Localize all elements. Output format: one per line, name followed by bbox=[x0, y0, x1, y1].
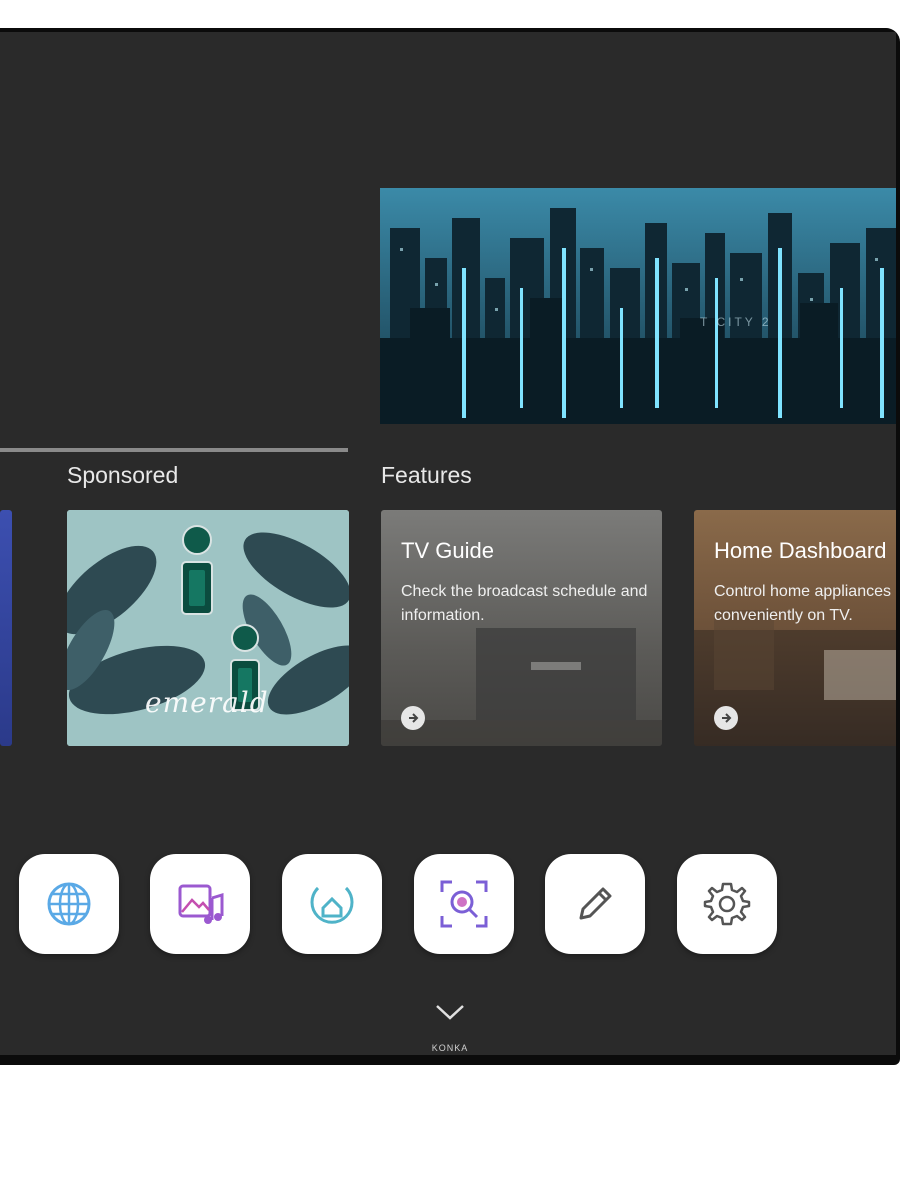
gear-icon bbox=[703, 882, 751, 926]
tv-home-screen: T CITY 2 Sponsored Features emerald TV G… bbox=[0, 32, 896, 1055]
media-player-button[interactable] bbox=[150, 854, 250, 954]
browser-button[interactable] bbox=[19, 854, 119, 954]
feature-card-tv-guide[interactable]: TV Guide Check the broadcast schedule an… bbox=[381, 510, 662, 746]
arrow-right-icon[interactable] bbox=[714, 706, 738, 730]
feature-description: Check the broadcast schedule and informa… bbox=[401, 583, 648, 624]
tv-frame: T CITY 2 Sponsored Features emerald TV G… bbox=[0, 28, 900, 1065]
sponsored-overlay-text: emerald bbox=[145, 686, 269, 719]
brand-logo: KONKA bbox=[431, 1043, 469, 1053]
section-title-features: Features bbox=[381, 462, 472, 488]
arrow-right-icon[interactable] bbox=[401, 706, 425, 730]
sponsored-card[interactable]: emerald bbox=[67, 510, 349, 746]
home-hub-button[interactable] bbox=[282, 854, 382, 954]
feature-title: Home Dashboard bbox=[714, 538, 887, 563]
city-skyline-image: T CITY 2 bbox=[380, 188, 896, 424]
hero-banner[interactable]: T CITY 2 bbox=[380, 188, 896, 424]
media-music-icon bbox=[178, 884, 224, 924]
feature-card-home-dashboard[interactable]: Home Dashboard Control home appliances c… bbox=[694, 510, 896, 746]
partial-tile-left[interactable] bbox=[0, 510, 12, 746]
settings-button[interactable] bbox=[677, 854, 777, 954]
home-hub-icon bbox=[310, 886, 354, 924]
edit-button[interactable] bbox=[545, 854, 645, 954]
chevron-down-icon[interactable] bbox=[434, 1002, 466, 1022]
feature-description: Control home appliances conveniently on … bbox=[714, 583, 891, 624]
feature-title: TV Guide bbox=[401, 538, 494, 563]
search-scan-icon bbox=[440, 880, 488, 928]
hero-progress-bar bbox=[0, 448, 348, 452]
hero-watermark: T CITY 2 bbox=[700, 315, 772, 329]
search-button[interactable] bbox=[414, 854, 514, 954]
pencil-icon bbox=[579, 887, 612, 920]
section-title-sponsored: Sponsored bbox=[67, 462, 179, 488]
globe-icon bbox=[47, 882, 91, 926]
